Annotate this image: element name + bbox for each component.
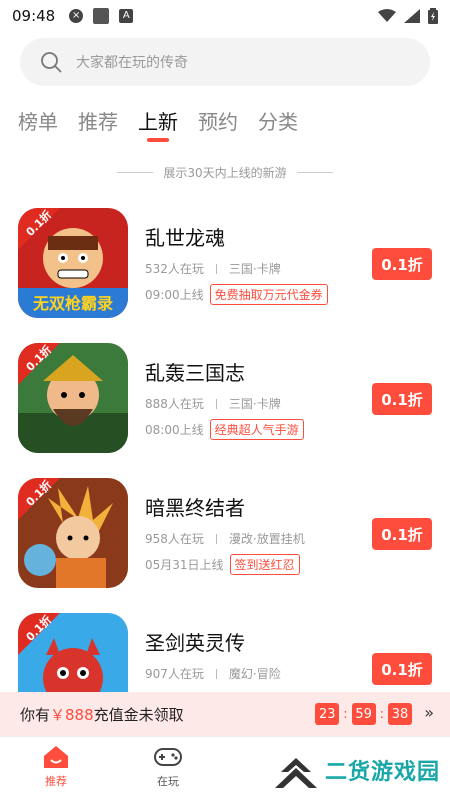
gamepad-icon [154, 748, 182, 766]
home-icon [44, 746, 68, 768]
nav-item-recommend[interactable]: 推荐 [26, 745, 86, 789]
recharge-prefix: 你有 [20, 705, 51, 724]
search-placeholder: 大家都在玩的传奇 [76, 55, 188, 71]
app-notification-icon [93, 8, 110, 24]
category-tabs: 榜单 推荐 上新 预约 分类 [18, 106, 298, 140]
countdown-separator: : [379, 706, 384, 722]
game-info-row: 09:00上线 免费抽取万元代金券 [145, 284, 328, 305]
status-time: 09:48 [12, 7, 56, 25]
game-category: 漫改·放置挂机 [228, 532, 305, 546]
search-icon [41, 52, 62, 73]
recharge-message: 你有￥888充值金未领取 [20, 704, 184, 725]
countdown-separator: : [343, 706, 348, 722]
countdown-hours: 23 [315, 703, 340, 725]
battery-icon [428, 8, 438, 24]
game-category: 三国·卡牌 [228, 262, 281, 276]
recharge-banner[interactable]: 你有￥888充值金未领取 23 : 59 : 38 » [0, 692, 450, 736]
nav-label: 推荐 [45, 775, 67, 788]
divider [215, 263, 217, 274]
tab-ranking[interactable]: 榜单 [18, 106, 58, 140]
tab-category[interactable]: 分类 [258, 106, 298, 140]
game-category: 魔幻·冒险 [228, 667, 281, 681]
discount-button[interactable]: 0.1折 [372, 248, 432, 280]
game-list-item[interactable]: 无双枪霸录 0.1折 乱世龙魂 532人在玩 三国·卡牌 09:00上线 免费抽… [18, 208, 432, 320]
recharge-suffix: 充值金未领取 [93, 705, 184, 724]
nav-label: 在玩 [157, 775, 179, 788]
divider [296, 172, 333, 173]
divider [117, 172, 154, 173]
discount-button[interactable]: 0.1折 [372, 518, 432, 550]
game-meta: 532人在玩 三国·卡牌 [145, 260, 281, 277]
promo-tag: 签到送红忍 [229, 554, 300, 575]
game-list-item[interactable]: 0.1折 暗黑终结者 958人在玩 漫改·放置挂机 05月31日上线 签到送红忍… [18, 478, 432, 590]
game-name: 乱轰三国志 [145, 361, 245, 385]
game-meta: 907人在玩 魔幻·冒险 [145, 665, 281, 682]
divider [215, 668, 217, 679]
game-icon[interactable]: 0.1折 [18, 343, 128, 453]
notification-icons: × A [69, 8, 134, 24]
player-count: 958人在玩 [145, 532, 204, 546]
double-chevron-right-icon[interactable]: » [424, 703, 434, 722]
promo-tag: 免费抽取万元代金券 [209, 284, 328, 305]
close-notification-icon: × [69, 9, 84, 23]
discount-button[interactable]: 0.1折 [372, 383, 432, 415]
game-name: 乱世龙魂 [145, 226, 225, 250]
game-icon[interactable]: 0.1折 [18, 478, 128, 588]
section-subtitle: 展示30天内上线的新游 [0, 164, 450, 181]
player-count: 888人在玩 [145, 397, 204, 411]
divider [215, 533, 217, 544]
launch-time: 08:00上线 [145, 423, 204, 437]
countdown-minutes: 59 [351, 703, 376, 725]
system-icons [378, 8, 438, 24]
watermark-text: 二货游戏园 [324, 760, 440, 785]
countdown-timer: 23 : 59 : 38 [315, 703, 412, 725]
recharge-amount: ￥888 [50, 705, 94, 724]
game-info-row: 05月31日上线 签到送红忍 [145, 554, 300, 575]
search-input[interactable]: 大家都在玩的传奇 [20, 38, 430, 86]
player-count: 532人在玩 [145, 262, 204, 276]
launch-time: 05月31日上线 [145, 558, 224, 572]
divider [215, 398, 217, 409]
tab-reserve[interactable]: 预约 [198, 106, 238, 140]
game-info-row: 08:00上线 经典超人气手游 [145, 419, 304, 440]
watermark-logo-icon [274, 758, 317, 788]
tab-recommend[interactable]: 推荐 [78, 106, 118, 140]
game-name: 圣剑英灵传 [145, 631, 245, 655]
icon-title-text: 无双枪霸录 [32, 294, 113, 313]
countdown-seconds: 38 [388, 703, 412, 725]
player-count: 907人在玩 [145, 667, 204, 681]
game-meta: 888人在玩 三国·卡牌 [145, 395, 281, 412]
game-category: 三国·卡牌 [228, 397, 281, 411]
subtitle-text: 展示30天内上线的新游 [163, 166, 287, 180]
nav-item-playing[interactable]: 在玩 [138, 745, 198, 789]
signal-icon [404, 9, 420, 23]
discount-button[interactable]: 0.1折 [372, 653, 432, 685]
promo-tag: 经典超人气手游 [209, 419, 304, 440]
watermark: 二货游戏园 [273, 750, 440, 790]
game-meta: 958人在玩 漫改·放置挂机 [145, 530, 305, 547]
wifi-icon [378, 9, 396, 22]
game-list-item[interactable]: 0.1折 乱轰三国志 888人在玩 三国·卡牌 08:00上线 经典超人气手游 … [18, 343, 432, 455]
game-name: 暗黑终结者 [145, 496, 245, 520]
a-notification-icon: A [119, 9, 134, 23]
tab-new[interactable]: 上新 [138, 106, 178, 140]
launch-time: 09:00上线 [145, 288, 204, 302]
status-bar: 09:48 × A [0, 0, 450, 32]
game-icon[interactable]: 无双枪霸录 0.1折 [18, 208, 128, 318]
